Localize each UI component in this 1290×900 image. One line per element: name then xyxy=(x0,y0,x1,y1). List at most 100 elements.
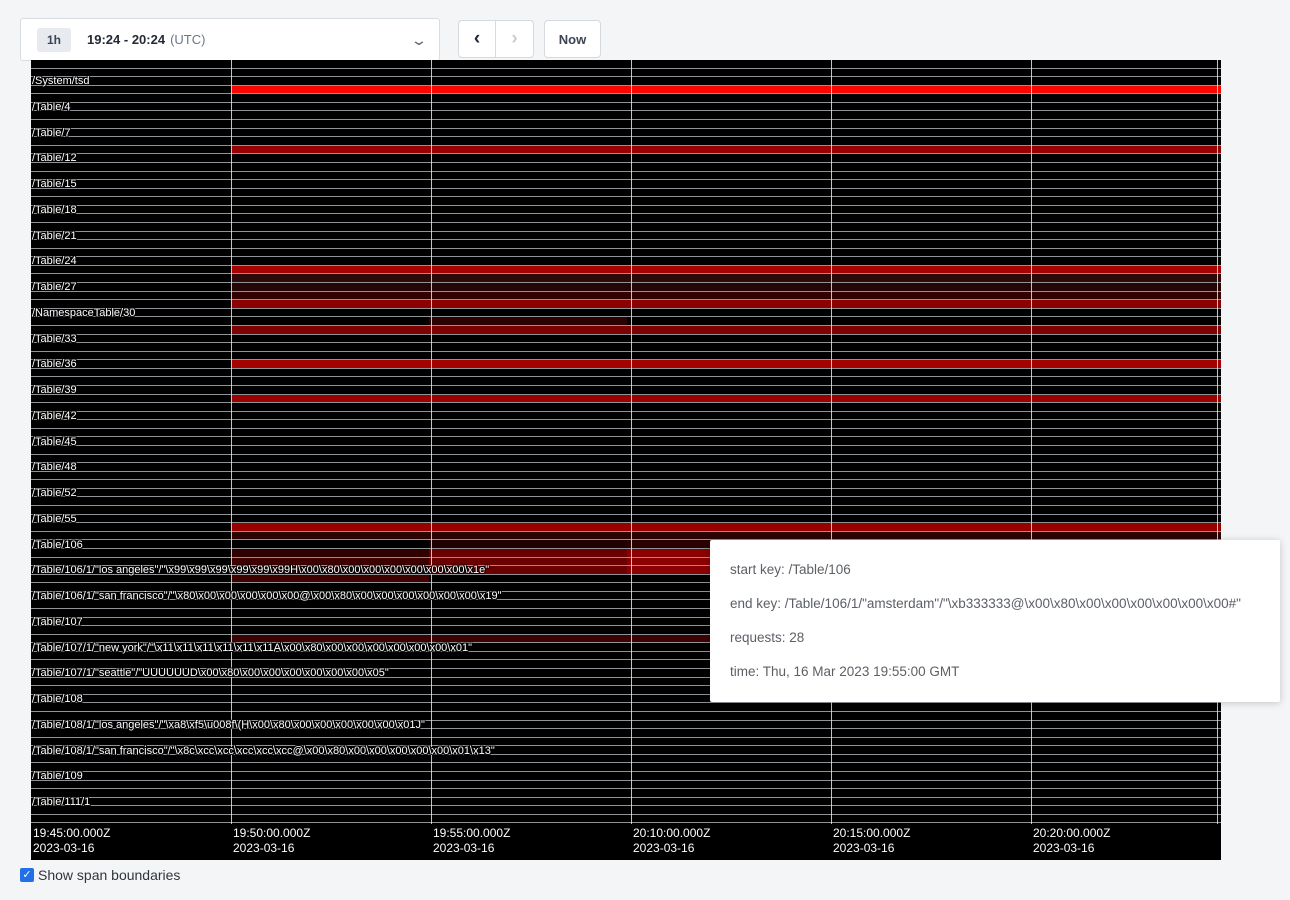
heatmap-span-cell[interactable] xyxy=(231,420,1221,428)
heatmap-span-cell[interactable] xyxy=(231,223,1221,231)
heatmap-row[interactable] xyxy=(31,172,1221,181)
now-button[interactable]: Now xyxy=(544,20,601,58)
heatmap-span-cell[interactable] xyxy=(231,257,1221,265)
heatmap-row[interactable] xyxy=(31,189,1221,198)
heatmap-row[interactable] xyxy=(31,180,1221,189)
heatmap-span-cell[interactable] xyxy=(231,352,1221,360)
heatmap-row[interactable] xyxy=(31,395,1221,404)
heatmap-row[interactable] xyxy=(31,335,1221,344)
heatmap-span-cell[interactable] xyxy=(231,94,1221,102)
heatmap-span-cell[interactable] xyxy=(825,317,1023,325)
heatmap-span-cell[interactable] xyxy=(231,232,1221,240)
heatmap-row[interactable] xyxy=(31,763,1221,772)
heatmap-row[interactable] xyxy=(31,317,1221,326)
heatmap-row[interactable] xyxy=(31,120,1221,129)
heatmap-span-cell[interactable] xyxy=(231,180,1221,188)
heatmap-row[interactable] xyxy=(31,489,1221,498)
heatmap-span-cell[interactable] xyxy=(231,463,1221,471)
heatmap-span-cell[interactable] xyxy=(231,789,1221,797)
heatmap-span-cell[interactable] xyxy=(231,197,1221,205)
heatmap-span-cell[interactable] xyxy=(231,103,1221,111)
heatmap-span-cell[interactable] xyxy=(231,763,1221,771)
heatmap-span-cell[interactable] xyxy=(231,163,1221,171)
heatmap-row[interactable] xyxy=(31,60,1221,69)
heatmap-row[interactable] xyxy=(31,386,1221,395)
heatmap-span-cell[interactable] xyxy=(231,549,429,557)
heatmap-row[interactable] xyxy=(31,309,1221,318)
heatmap-span-cell[interactable] xyxy=(231,489,1221,497)
heatmap-span-cell[interactable] xyxy=(231,360,1221,368)
heatmap-row[interactable] xyxy=(31,437,1221,446)
heatmap-row[interactable] xyxy=(31,94,1221,103)
heatmap-span-cell[interactable] xyxy=(1023,317,1221,325)
heatmap-span-cell[interactable] xyxy=(231,120,1221,128)
heatmap-row[interactable] xyxy=(31,703,1221,712)
heatmap-span-cell[interactable] xyxy=(231,480,1221,488)
heatmap-row[interactable] xyxy=(31,103,1221,112)
heatmap-span-cell[interactable] xyxy=(231,274,1221,282)
heatmap-span-cell[interactable] xyxy=(231,266,1221,274)
heatmap-row[interactable] xyxy=(31,772,1221,781)
heatmap-row[interactable] xyxy=(31,86,1221,95)
heatmap-span-cell[interactable] xyxy=(231,412,1221,420)
heatmap-row[interactable] xyxy=(31,214,1221,223)
heatmap-row[interactable] xyxy=(31,129,1221,138)
heatmap-span-cell[interactable] xyxy=(231,523,1221,531)
heatmap-span-cell[interactable] xyxy=(429,540,627,548)
heatmap-span-cell[interactable] xyxy=(231,446,1221,454)
heatmap-row[interactable] xyxy=(31,420,1221,429)
heatmap-span-cell[interactable] xyxy=(231,309,1221,317)
heatmap-span-cell[interactable] xyxy=(231,77,1221,85)
heatmap-row[interactable] xyxy=(31,223,1221,232)
heatmap-row[interactable] xyxy=(31,343,1221,352)
heatmap-span-cell[interactable] xyxy=(231,798,1221,806)
heatmap-row[interactable] xyxy=(31,472,1221,481)
heatmap-row[interactable] xyxy=(31,274,1221,283)
heatmap-row[interactable] xyxy=(31,266,1221,275)
heatmap-span-cell[interactable] xyxy=(231,189,1221,197)
heatmap-span-cell[interactable] xyxy=(231,532,1221,540)
key-visualizer-canvas[interactable]: /System/tsd/Table/4/Table/7/Table/12/Tab… xyxy=(31,60,1221,860)
heatmap-span-cell[interactable] xyxy=(231,540,429,548)
heatmap-row[interactable] xyxy=(31,506,1221,515)
heatmap-span-cell[interactable] xyxy=(231,214,1221,222)
heatmap-span-cell[interactable] xyxy=(231,154,1221,162)
heatmap-row[interactable] xyxy=(31,429,1221,438)
heatmap-span-cell[interactable] xyxy=(231,781,1221,789)
heatmap-span-cell[interactable] xyxy=(231,240,1221,248)
heatmap-row[interactable] xyxy=(31,283,1221,292)
heatmap-span-cell[interactable] xyxy=(231,386,1221,394)
heatmap-span-cell[interactable] xyxy=(231,772,1221,780)
heatmap-row[interactable] xyxy=(31,257,1221,266)
heatmap-row[interactable] xyxy=(31,412,1221,421)
heatmap-span-cell[interactable] xyxy=(231,283,1221,291)
heatmap-row[interactable] xyxy=(31,455,1221,464)
heatmap-span-cell[interactable] xyxy=(231,60,1221,68)
heatmap-span-cell[interactable] xyxy=(231,437,1221,445)
heatmap-span-cell[interactable] xyxy=(231,317,429,325)
prev-range-button[interactable]: ‹ xyxy=(458,20,496,58)
heatmap-span-cell[interactable] xyxy=(231,292,1221,300)
heatmap-span-cell[interactable] xyxy=(231,703,1221,711)
next-range-button[interactable]: › xyxy=(496,20,534,58)
heatmap-span-cell[interactable] xyxy=(231,137,1221,145)
heatmap-row[interactable] xyxy=(31,300,1221,309)
heatmap-span-cell[interactable] xyxy=(231,506,1221,514)
heatmap-span-cell[interactable] xyxy=(231,172,1221,180)
heatmap-row[interactable] xyxy=(31,232,1221,241)
heatmap-span-cell[interactable] xyxy=(231,815,1221,823)
heatmap-row[interactable] xyxy=(31,815,1221,824)
heatmap-row[interactable] xyxy=(31,515,1221,524)
heatmap-row[interactable] xyxy=(31,446,1221,455)
heatmap-row[interactable] xyxy=(31,781,1221,790)
heatmap-row[interactable] xyxy=(31,377,1221,386)
heatmap-span-cell[interactable] xyxy=(627,317,825,325)
heatmap-row[interactable] xyxy=(31,206,1221,215)
heatmap-span-cell[interactable] xyxy=(231,335,1221,343)
heatmap-span-cell[interactable] xyxy=(231,326,1221,334)
heatmap-span-cell[interactable] xyxy=(231,300,1221,308)
heatmap-row[interactable] xyxy=(31,360,1221,369)
heatmap-span-cell[interactable] xyxy=(231,369,1221,377)
heatmap-span-cell[interactable] xyxy=(231,403,1221,411)
heatmap-row[interactable] xyxy=(31,69,1221,78)
